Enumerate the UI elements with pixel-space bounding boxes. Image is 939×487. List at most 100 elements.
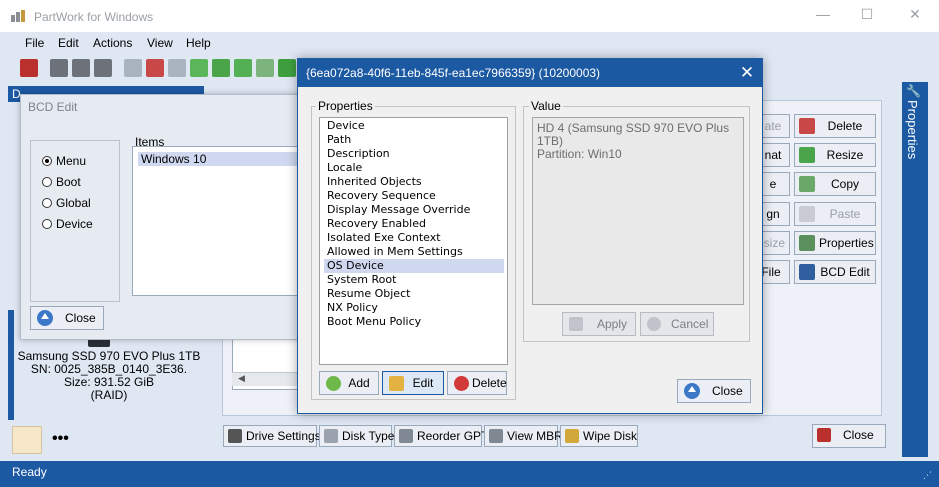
partition-properties-button[interactable]: Properties (794, 231, 876, 255)
window-title: PartWork for Windows (34, 10, 154, 24)
list-item[interactable]: Inherited Objects (324, 175, 504, 189)
wipe-disk-button[interactable]: Wipe Disk (560, 425, 638, 447)
wrench-icon: 🔧 (906, 84, 921, 98)
list-item[interactable]: Path (324, 133, 504, 147)
settings-icon (228, 429, 242, 443)
menu-actions[interactable]: Actions (93, 36, 132, 50)
disk-type-button[interactable]: Disk Type (319, 425, 394, 447)
apply-icon (569, 317, 583, 331)
list-item[interactable]: Windows 10 (138, 152, 304, 166)
list-item[interactable]: Recovery Enabled (324, 217, 504, 231)
bcd-close-button[interactable]: Close (30, 306, 104, 330)
add-disk-icon[interactable] (124, 59, 142, 77)
list-item[interactable]: Locale (324, 161, 504, 175)
list-item[interactable]: Description (324, 147, 504, 161)
main-close-button[interactable]: Close (812, 424, 886, 448)
wipe-icon (565, 429, 579, 443)
reorder-gpt-button[interactable]: Reorder GPT (394, 425, 488, 447)
list-item[interactable]: Recovery Sequence (324, 189, 504, 203)
drive-info[interactable]: Samsung SSD 970 EVO Plus 1TB SN: 0025_38… (14, 350, 204, 402)
edit-icon (389, 376, 404, 391)
app-icon (10, 9, 26, 23)
document-icon[interactable] (12, 426, 42, 454)
resize-disk-icon[interactable] (278, 59, 296, 77)
disk-green-icon[interactable] (212, 59, 230, 77)
delete-icon (454, 376, 469, 391)
move-disk-icon[interactable] (234, 59, 252, 77)
add-icon (326, 376, 341, 391)
radio-menu[interactable]: Menu (42, 154, 86, 168)
radio-device[interactable]: Device (42, 217, 93, 231)
print-preview-icon[interactable] (50, 59, 68, 77)
list-item[interactable]: Isolated Exe Context (324, 231, 504, 245)
more-options-button[interactable]: ••• (52, 430, 69, 448)
value-line: Partition: Win10 (537, 147, 622, 161)
apply-button[interactable]: Apply (562, 312, 636, 336)
menu-view[interactable]: View (147, 36, 173, 50)
list-item[interactable]: Resume Object (324, 287, 504, 301)
disk-icon[interactable] (190, 59, 208, 77)
window-close-button[interactable]: ✕ (900, 4, 930, 24)
list-item[interactable]: Boot Menu Policy (324, 315, 504, 329)
drive-settings-button[interactable]: Drive Settings (223, 425, 321, 447)
horizontal-scrollbar[interactable]: ◀ (232, 372, 302, 386)
bcd-dialog-title: BCD Edit (28, 100, 78, 114)
view-mbr-button[interactable]: View MBR (484, 425, 563, 447)
copy-partition-button[interactable]: Copy (794, 172, 876, 196)
menu-edit[interactable]: Edit (58, 36, 79, 50)
scroll-left-icon[interactable]: ◀ (238, 373, 245, 384)
radio-dot (42, 177, 52, 187)
cancel-icon (647, 317, 661, 331)
list-item[interactable]: Device (324, 119, 504, 133)
resize-partition-button[interactable]: Resize (794, 143, 876, 167)
mbr-icon (489, 429, 503, 443)
add-button[interactable]: Add (319, 371, 379, 395)
list-item[interactable]: System Root (324, 273, 504, 287)
dialog-close-button[interactable]: Close (677, 379, 751, 403)
dialog-close-icon[interactable]: ✕ (736, 62, 758, 84)
dialog-title: {6ea072a8-40f6-11eb-845f-ea1ec7966359} (… (306, 66, 601, 80)
minimize-button[interactable]: — (808, 4, 838, 24)
print-setup-icon[interactable] (72, 59, 90, 77)
print-icon[interactable] (94, 59, 112, 77)
maximize-button[interactable]: ☐ (852, 4, 882, 24)
list-item[interactable]: Allowed in Mem Settings (324, 245, 504, 259)
menu-file[interactable]: File (25, 36, 44, 50)
bcd-edit-button[interactable]: BCD Edit (794, 260, 876, 284)
edit-button[interactable]: Edit (382, 371, 444, 395)
cancel-button[interactable]: Cancel (640, 312, 714, 336)
radio-boot[interactable]: Boot (42, 175, 81, 189)
delete-icon (799, 118, 815, 134)
bcd-icon (799, 264, 815, 280)
radio-dot (42, 198, 52, 208)
exit-icon (817, 428, 831, 442)
status-text: Ready (12, 465, 47, 479)
resize-grip-icon[interactable]: ⋰ (923, 470, 933, 480)
properties-label: Properties (316, 99, 375, 113)
exit-icon[interactable] (20, 59, 38, 77)
delete-disk-icon[interactable] (146, 59, 164, 77)
menu-bar (0, 32, 939, 54)
value-line: HD 4 (Samsung SSD 970 EVO Plus 1TB) (537, 121, 730, 148)
eject-icon (37, 310, 53, 326)
paste-partition-button[interactable]: Paste (794, 202, 876, 226)
radio-global[interactable]: Global (42, 196, 91, 210)
delete-button[interactable]: Delete (447, 371, 507, 395)
list-item[interactable]: NX Policy (324, 301, 504, 315)
copy-icon (799, 176, 815, 192)
disk-type-icon (324, 429, 338, 443)
eject-icon (684, 383, 700, 399)
list-item[interactable]: Display Message Override (324, 203, 504, 217)
gpt-icon (399, 429, 413, 443)
copy-disk-icon[interactable] (256, 59, 274, 77)
resize-icon (799, 147, 815, 163)
delete-partition-button[interactable]: Delete (794, 114, 876, 138)
value-textbox[interactable]: HD 4 (Samsung SSD 970 EVO Plus 1TB) Part… (532, 117, 744, 305)
items-list[interactable] (132, 146, 308, 296)
value-label: Value (529, 99, 563, 113)
list-item-selected[interactable]: OS Device (324, 259, 504, 273)
format-disk-icon[interactable] (168, 59, 186, 77)
radio-dot (42, 219, 52, 229)
menu-help[interactable]: Help (186, 36, 211, 50)
paste-icon (799, 206, 815, 222)
